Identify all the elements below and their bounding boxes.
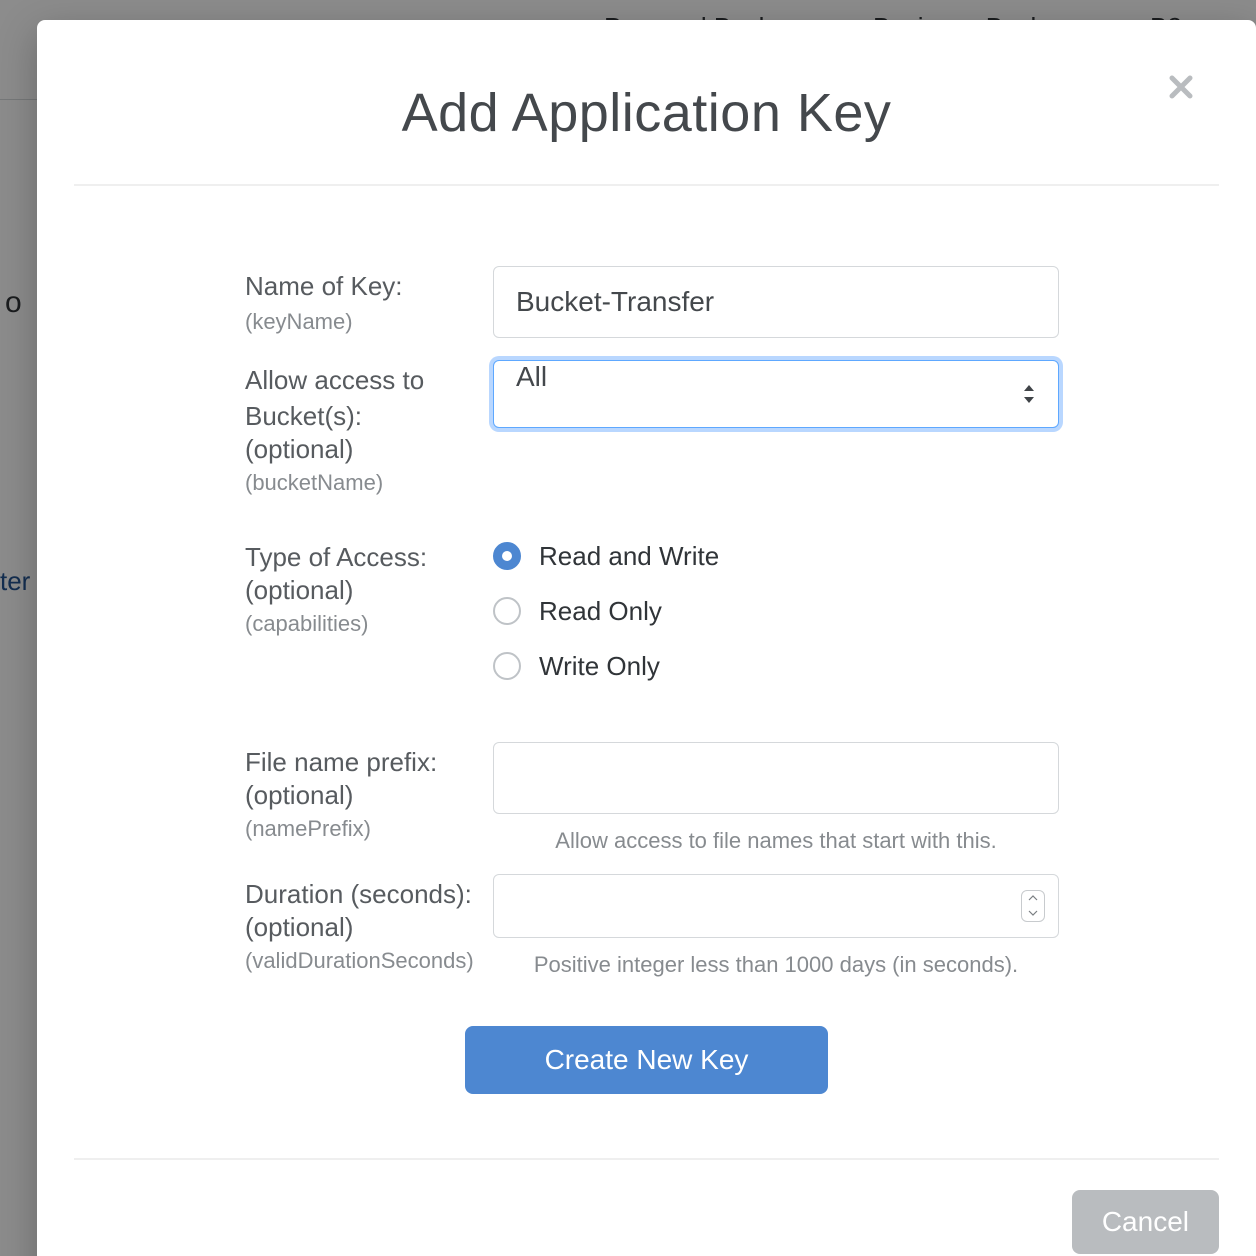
- radio-dot-icon: [493, 542, 521, 570]
- cancel-button[interactable]: Cancel: [1072, 1190, 1219, 1254]
- number-stepper[interactable]: [1021, 890, 1045, 922]
- access-param: (capabilities): [245, 606, 493, 641]
- modal-title: Add Application Key: [77, 82, 1216, 144]
- radio-write-only[interactable]: Write Only: [493, 651, 1059, 682]
- row-prefix: File name prefix: (optional) (namePrefix…: [74, 742, 1219, 854]
- radio-read-write-label: Read and Write: [539, 541, 719, 572]
- duration-input[interactable]: [493, 874, 1059, 938]
- duration-param: (validDurationSeconds): [245, 943, 493, 978]
- radio-read-write[interactable]: Read and Write: [493, 541, 1059, 572]
- create-new-key-button[interactable]: Create New Key: [465, 1026, 829, 1094]
- row-access: Type of Access: (optional) (capabilities…: [74, 537, 1219, 706]
- add-application-key-modal: Add Application Key Name of Key: (keyNam…: [37, 20, 1256, 1256]
- duration-label: Duration (seconds):: [245, 876, 493, 912]
- prefix-input[interactable]: [493, 742, 1059, 814]
- radio-dot-icon: [493, 597, 521, 625]
- row-key-name: Name of Key: (keyName): [74, 266, 1219, 340]
- bucket-param: (bucketName): [245, 465, 493, 500]
- duration-help: Positive integer less than 1000 days (in…: [493, 938, 1059, 978]
- modal-actions: Create New Key: [74, 998, 1219, 1128]
- radio-write-only-label: Write Only: [539, 651, 660, 682]
- bucket-label: Allow access to Bucket(s):: [245, 362, 493, 435]
- prefix-optional: (optional): [245, 780, 493, 811]
- prefix-param: (namePrefix): [245, 811, 493, 846]
- access-radio-group: Read and Write Read Only Write Only: [493, 537, 1059, 682]
- bucket-optional: (optional): [245, 434, 493, 465]
- radio-read-only-label: Read Only: [539, 596, 662, 627]
- prefix-label: File name prefix:: [245, 744, 493, 780]
- chevron-up-icon: [1022, 891, 1044, 906]
- modal-footer: Cancel: [37, 1160, 1256, 1256]
- modal-header: Add Application Key: [37, 20, 1256, 184]
- key-name-label: Name of Key:: [245, 268, 493, 304]
- close-icon[interactable]: [1160, 66, 1202, 108]
- duration-optional: (optional): [245, 912, 493, 943]
- key-name-input[interactable]: [493, 266, 1059, 338]
- radio-read-only[interactable]: Read Only: [493, 596, 1059, 627]
- chevron-down-icon: [1022, 906, 1044, 921]
- row-bucket: Allow access to Bucket(s): (optional) (b…: [74, 360, 1219, 501]
- key-name-param: (keyName): [245, 304, 493, 339]
- modal-body: Name of Key: (keyName) Allow access to B…: [37, 186, 1256, 1158]
- bucket-select[interactable]: All: [493, 360, 1059, 428]
- radio-dot-icon: [493, 652, 521, 680]
- access-optional: (optional): [245, 575, 493, 606]
- row-duration: Duration (seconds): (optional) (validDur…: [74, 874, 1219, 979]
- access-label: Type of Access:: [245, 539, 493, 575]
- prefix-help: Allow access to file names that start wi…: [493, 814, 1059, 854]
